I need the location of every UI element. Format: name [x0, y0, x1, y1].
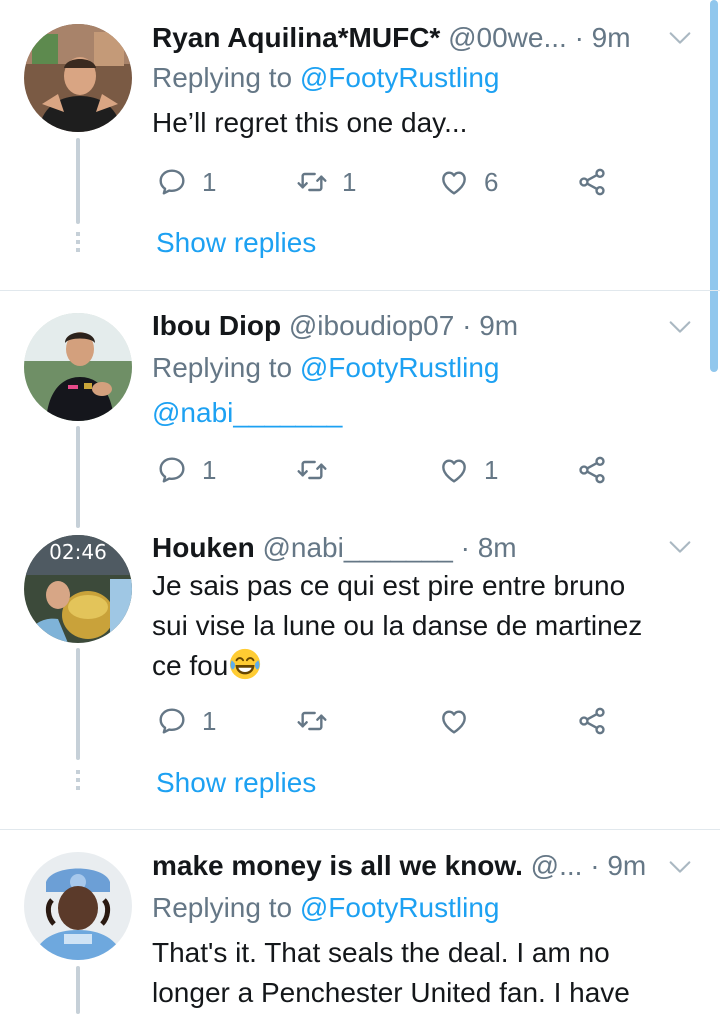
timestamp[interactable]: · 9m — [462, 310, 518, 341]
tweet-header: Houken @nabi_______ · 8m — [152, 526, 664, 570]
replying-to: Replying to @FootyRustling — [152, 888, 499, 928]
caret-down-icon[interactable] — [666, 313, 694, 341]
thread-line — [76, 648, 80, 760]
scrollbar[interactable] — [710, 0, 718, 372]
tweet-text-line: longer a Penchester United fan. I have — [152, 977, 630, 1008]
display-name[interactable]: Ryan Aquilina*MUFC* — [152, 22, 440, 53]
user-handle[interactable]: @nabi_______ — [262, 532, 452, 563]
display-name[interactable]: Ibou Diop — [152, 310, 281, 341]
display-name[interactable]: Houken — [152, 532, 255, 563]
user-handle[interactable]: @iboudiop07 — [289, 310, 454, 341]
reply-button[interactable]: 1 — [156, 701, 216, 741]
reply-count: 1 — [202, 166, 217, 197]
show-replies-link[interactable]: Show replies — [156, 763, 316, 803]
tweet-actions: 1 1 — [156, 450, 626, 490]
replying-label: Replying to — [152, 62, 293, 93]
replying-to: Replying to @FootyRustling — [152, 348, 499, 388]
replying-user-link[interactable]: @FootyRustling — [300, 352, 500, 383]
tweet-text-line: sui vise la lune ou la danse de martinez — [152, 610, 643, 641]
thread-dots — [76, 232, 80, 254]
share-button[interactable] — [576, 701, 608, 741]
retweet-icon — [296, 454, 328, 486]
caret-down-icon[interactable] — [666, 533, 694, 561]
retweet-button[interactable]: 1 — [296, 162, 356, 202]
reply-count: 1 — [202, 705, 217, 736]
timestamp[interactable]: · 9m — [590, 850, 646, 881]
like-count: 1 — [484, 454, 499, 485]
share-button[interactable] — [576, 162, 608, 202]
timestamp[interactable]: · 9m — [575, 22, 631, 53]
retweet-button[interactable] — [296, 450, 342, 490]
tweet-header: Ibou Diop @iboudiop07 · 9m — [152, 304, 664, 348]
tweet-actions: 1 — [156, 701, 626, 741]
share-icon — [576, 454, 608, 486]
divider — [0, 829, 720, 830]
replying-label: Replying to — [152, 892, 293, 923]
timestamp[interactable]: · 8m — [461, 532, 517, 563]
tweet-feed: Ryan Aquilina*MUFC* @00we... · 9m Replyi… — [0, 0, 720, 1014]
replying-user-link[interactable]: @FootyRustling — [300, 892, 500, 923]
caret-down-icon[interactable] — [666, 24, 694, 52]
avatar[interactable] — [24, 313, 132, 421]
thread-line — [76, 966, 80, 1014]
like-button[interactable]: 1 — [438, 450, 498, 490]
avatar[interactable] — [24, 24, 132, 132]
tweet-text: That's it. That seals the deal. I am no … — [152, 933, 690, 1013]
like-icon — [438, 454, 470, 486]
retweet-button[interactable] — [296, 701, 342, 741]
user-handle[interactable]: @... — [531, 850, 583, 881]
replying-user-link[interactable]: @FootyRustling — [300, 62, 500, 93]
like-icon — [438, 705, 470, 737]
thread-line — [76, 138, 80, 224]
retweet-count: 1 — [342, 166, 357, 197]
like-button[interactable]: 6 — [438, 162, 498, 202]
reply-icon — [156, 454, 188, 486]
tweet-header: make money is all we know. @... · 9m — [152, 844, 664, 888]
thread-dots — [76, 770, 80, 792]
share-icon — [576, 166, 608, 198]
reply-icon — [156, 705, 188, 737]
reply-icon — [156, 166, 188, 198]
avatar[interactable]: 02:46 — [24, 535, 132, 643]
caret-down-icon[interactable] — [666, 853, 694, 881]
tweet-text-line: Je sais pas ce qui est pire entre bruno — [152, 570, 626, 601]
replying-to: Replying to @FootyRustling — [152, 58, 499, 98]
show-replies-link[interactable]: Show replies — [156, 223, 316, 263]
share-icon — [576, 705, 608, 737]
display-name[interactable]: make money is all we know. — [152, 850, 523, 881]
retweet-icon — [296, 166, 328, 198]
divider — [0, 290, 720, 291]
like-icon — [438, 166, 470, 198]
laughing-emoji — [230, 648, 261, 680]
tweet-text-mention[interactable]: @nabi_______ — [152, 393, 690, 433]
tweet-text-line: That's it. That seals the deal. I am no — [152, 937, 610, 968]
avatar[interactable] — [24, 852, 132, 960]
reply-button[interactable]: 1 — [156, 162, 216, 202]
tweet-header: Ryan Aquilina*MUFC* @00we... · 9m — [152, 16, 664, 60]
reply-count: 1 — [202, 454, 217, 485]
like-count: 6 — [484, 166, 499, 197]
tweet-text-line: ce fou — [152, 646, 690, 686]
thread-line — [76, 426, 80, 528]
tweet-text-line-content: ce fou — [152, 650, 229, 681]
user-handle[interactable]: @00we... — [448, 22, 567, 53]
like-button[interactable] — [438, 701, 484, 741]
share-button[interactable] — [576, 450, 608, 490]
reply-button[interactable]: 1 — [156, 450, 216, 490]
replying-label: Replying to — [152, 352, 293, 383]
avatar-clock: 02:46 — [49, 540, 107, 564]
tweet-text: He’ll regret this one day... — [152, 107, 468, 138]
tweet-text: Je sais pas ce qui est pire entre bruno … — [152, 566, 690, 686]
tweet-actions: 1 1 6 — [156, 162, 626, 202]
retweet-icon — [296, 705, 328, 737]
